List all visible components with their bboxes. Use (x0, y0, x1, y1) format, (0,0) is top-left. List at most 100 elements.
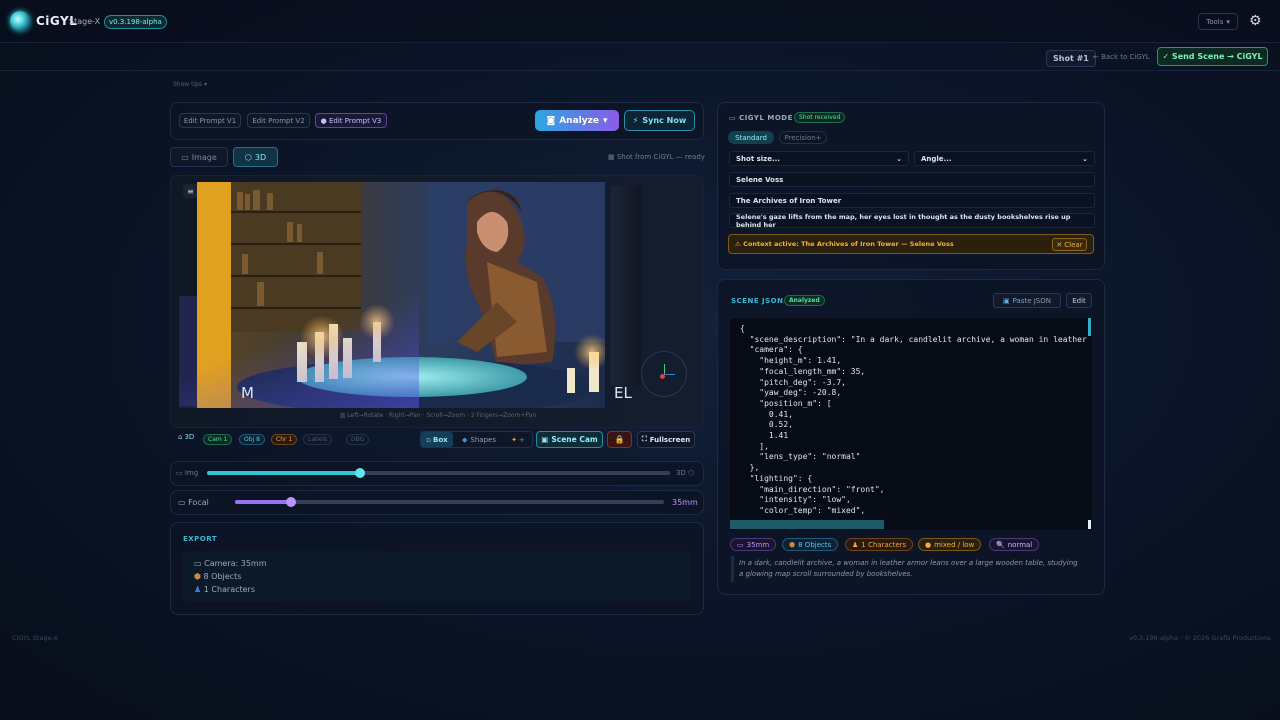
expand-icon: ⛶ (641, 435, 647, 443)
send-scene-button[interactable]: ✓ Send Scene → CiGYL (1157, 47, 1268, 66)
location-field[interactable]: The Archives of Iron Tower (729, 193, 1095, 208)
shapes-button[interactable]: ◆ Shapes (458, 432, 500, 447)
scene-summary: In a dark, candlelit archive, a woman in… (739, 559, 1078, 578)
objects-chip-label: 8 Objects (798, 540, 832, 549)
mode-label: 3D (184, 433, 195, 441)
warning-icon: ⚠ (735, 240, 744, 248)
analyze-button[interactable]: ◙ Analyze ▾ (535, 110, 619, 131)
tab-image-label: Image (191, 152, 217, 162)
precision-mode-button[interactable]: Precision+ (779, 131, 827, 144)
axis-gizmo[interactable] (641, 351, 687, 397)
img-3d-slider-fill (207, 471, 360, 475)
search-icon: 🔍 (996, 540, 1005, 549)
clear-label: Clear (1064, 240, 1083, 249)
export-camera-text: Camera: 35mm (204, 559, 267, 568)
version-badge: v0.3.198-alpha (104, 15, 167, 29)
analyze-label: Analyze (559, 115, 599, 126)
export-title: EXPORT (183, 535, 218, 543)
chevron-down-icon: ⌄ (896, 154, 902, 163)
analyzed-badge: Analyzed (784, 295, 825, 306)
json-horizontal-scrollbar[interactable] (730, 520, 884, 529)
viewport-hint: ▥ Left→Rotate · Right→Pan · Scroll→Zoom … (171, 412, 703, 419)
lighting-chip-label: mixed / low (934, 540, 975, 549)
viewport-3d[interactable]: ≡ M EL ▥ Left→Rotate · Right→Pan · Scrol… (170, 175, 704, 428)
character-field[interactable]: Selene Voss (729, 172, 1095, 187)
focal-slider-thumb[interactable] (285, 497, 296, 507)
focal-slider-fill (235, 500, 291, 504)
gear-icon[interactable]: ⚙ (1249, 13, 1262, 29)
axis-x-icon (660, 374, 665, 379)
description-field[interactable]: Selene's gaze lifts from the map, her ey… (729, 213, 1095, 229)
angle-value: Angle... (921, 154, 952, 163)
camera-icon: ▭ (194, 559, 205, 568)
context-text: Context active: The Archives of Iron Tow… (743, 240, 954, 248)
shot-size-select[interactable]: Shot size... ⌄ (729, 151, 909, 166)
json-scrollbar[interactable] (1088, 318, 1091, 336)
chr-badge[interactable]: Chr 1 (271, 434, 298, 445)
img-3d-slider[interactable] (207, 468, 670, 478)
add-shape-button[interactable]: ✦ + (505, 432, 531, 447)
cigyl-mode-title: CIGYL MODE (739, 114, 793, 122)
lens-chip-label: 35mm (746, 540, 770, 549)
cam-badge[interactable]: Cam 1 (203, 434, 233, 445)
scene-cam-button[interactable]: ▣ Scene Cam (536, 431, 603, 448)
clear-context-button[interactable]: ✕ Clear (1052, 238, 1087, 251)
json-code-view[interactable]: { "scene_description": "In a dark, candl… (730, 318, 1092, 530)
menu-icon[interactable]: ≡ (183, 184, 198, 198)
threed-label: 3D (676, 469, 686, 477)
viewport-shelf-right (611, 186, 641, 386)
lock-icon[interactable]: 🔒 (607, 431, 632, 448)
overlay-label-left: M (241, 384, 254, 402)
edit-json-button[interactable]: Edit (1066, 293, 1092, 308)
edit-prompt-v3-button[interactable]: ● Edit Prompt V3 (315, 113, 387, 128)
tab-3d[interactable]: ⬡ 3D (233, 147, 278, 167)
image-icon: ▭ (181, 152, 189, 162)
sun-icon: ● (925, 540, 932, 549)
tools-label: Tools (1206, 17, 1224, 26)
focal-value: 35mm (672, 498, 698, 507)
bolt-icon: ⚡ (632, 116, 639, 125)
person-icon: ♟ (194, 585, 204, 594)
paste-json-button[interactable]: ▣ Paste JSON (993, 293, 1061, 308)
show-tips-toggle[interactable]: Show tips ▾ (173, 81, 207, 88)
obj-badge[interactable]: Obj 8 (239, 434, 265, 445)
mode-indicator: ⌂ 3D (178, 433, 194, 441)
edit-prompt-v1-button[interactable]: Edit Prompt V1 (179, 113, 241, 128)
sparkle-icon: ✦ (511, 435, 517, 444)
analyze-icon: ◙ (546, 115, 556, 126)
clipboard-icon: ▣ (1003, 296, 1010, 305)
viewport-status: ▦ Shot from CiGYL — ready (608, 153, 705, 161)
focal-label-wrap: ▭ Focal (178, 498, 209, 507)
focal-slider[interactable] (235, 497, 664, 507)
box-icon: ▫ (426, 435, 432, 444)
person-icon: ♟ (852, 540, 859, 549)
fullscreen-label: Fullscreen (649, 435, 691, 444)
sync-now-button[interactable]: ⚡ Sync Now (624, 110, 695, 131)
close-icon: ✕ (1056, 240, 1063, 249)
box-button[interactable]: ▫ Box (421, 432, 453, 447)
back-link[interactable]: ← Back to CiGYL (1093, 53, 1150, 61)
summary-quote-bar (731, 556, 734, 582)
shot-received-badge: Shot received (794, 112, 846, 123)
edit-prompt-v2-button[interactable]: Edit Prompt V2 (247, 113, 310, 128)
tab-image[interactable]: ▭ Image (170, 147, 228, 167)
fullscreen-button[interactable]: ⛶ Fullscreen (637, 431, 695, 448)
characters-chip-label: 1 Characters (861, 540, 907, 549)
shot-size-value: Shot size... (736, 154, 780, 163)
camera-icon: ⌂ (178, 433, 183, 441)
lens-type-chip-label: normal (1007, 540, 1033, 549)
angle-select[interactable]: Angle... ⌄ (914, 151, 1095, 166)
footer-left: CiGYL Stage-X (12, 634, 58, 642)
lighting-chip: ● mixed / low (918, 538, 982, 551)
dbg-badge[interactable]: DBG (346, 434, 370, 445)
ground-plane (179, 296, 419, 408)
standard-mode-button[interactable]: Standard (728, 131, 774, 144)
labels-badge[interactable]: Labels (303, 434, 333, 445)
tools-menu[interactable]: Tools ▾ (1198, 13, 1238, 30)
threed-slider-label: 3D ⬡ (676, 469, 694, 477)
box-label: Box (433, 435, 448, 444)
tab-3d-label: 3D (254, 152, 267, 162)
cigyl-mode-title-wrap: ▭ CIGYL MODE (729, 114, 793, 122)
img-3d-slider-thumb[interactable] (354, 468, 365, 478)
export-objects: ⬢ 8 Objects (194, 572, 241, 581)
